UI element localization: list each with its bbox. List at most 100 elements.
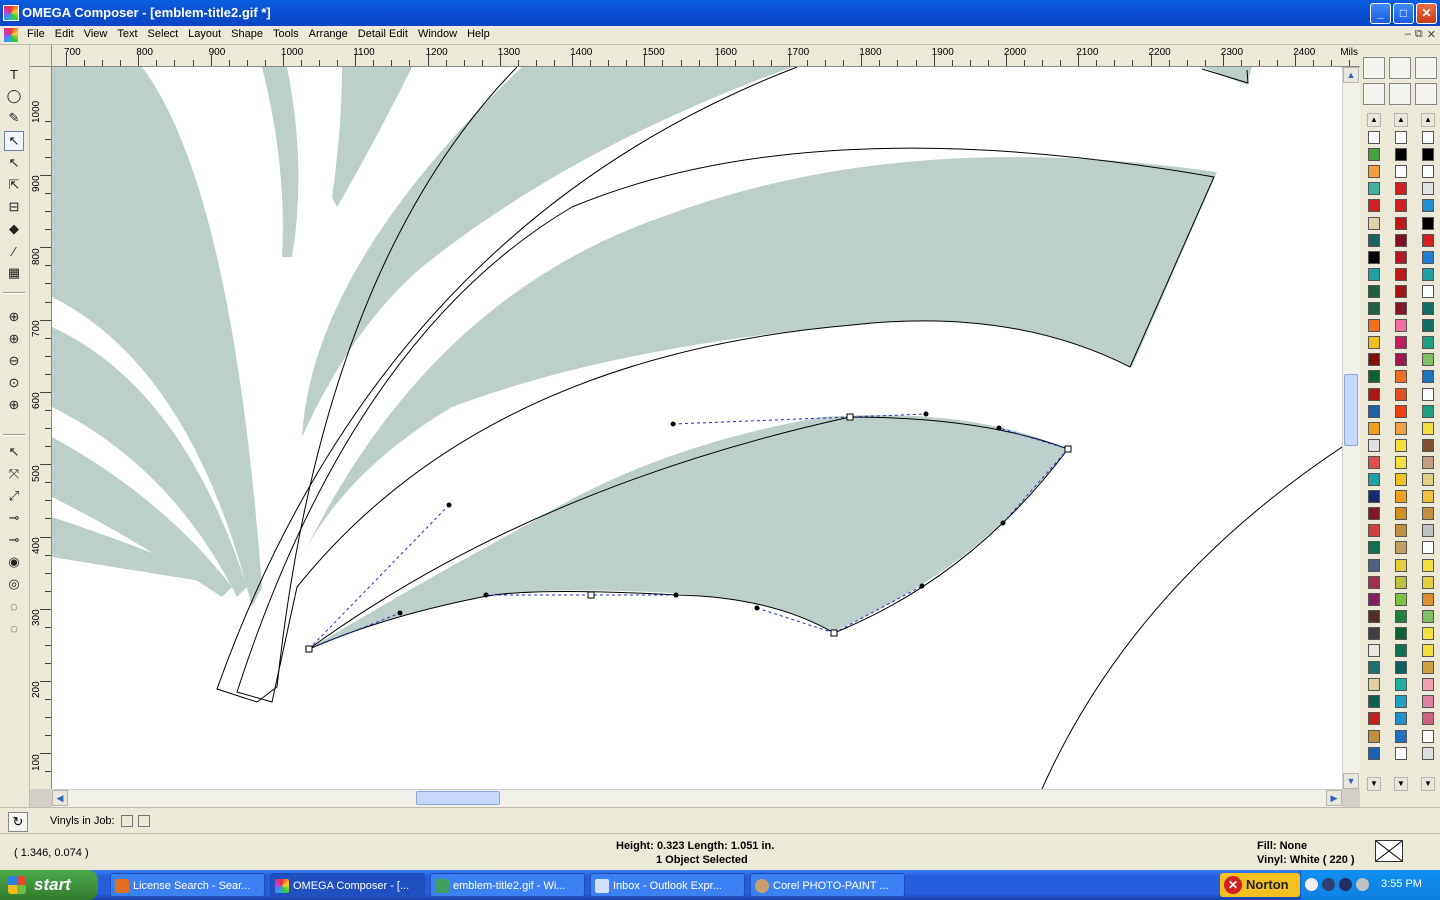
palette-scroll-up-arrow[interactable]: ▲ [1421,113,1435,127]
color-swatch[interactable] [1395,250,1407,264]
color-swatch[interactable] [1395,729,1407,743]
color-swatch[interactable] [1422,729,1434,743]
color-swatch[interactable] [1395,746,1407,760]
color-swatch[interactable] [1368,199,1380,213]
scroll-up-arrow[interactable]: ▲ [1343,67,1359,83]
color-swatch[interactable] [1368,644,1380,657]
scroll-down-arrow[interactable]: ▼ [1343,773,1359,789]
color-swatch[interactable] [1368,438,1380,452]
palette-scroll-up-arrow[interactable]: ▲ [1367,113,1381,127]
color-swatch[interactable] [1422,148,1434,162]
color-swatch[interactable] [1422,284,1434,298]
color-swatch[interactable] [1368,473,1380,486]
refresh-icon[interactable]: ↻ [8,812,28,832]
palette-scroll-up-arrow[interactable]: ▲ [1394,113,1408,127]
color-swatch[interactable] [1422,558,1434,572]
color-swatch[interactable] [1368,404,1380,418]
node[interactable] [587,591,595,599]
palette-scroll-down-arrow[interactable]: ▼ [1394,777,1408,791]
color-swatch[interactable] [1368,541,1380,555]
color-swatch[interactable] [1395,695,1407,709]
color-swatch[interactable] [1368,148,1380,162]
menu-edit[interactable]: Edit [50,28,79,40]
menu-help[interactable]: Help [462,28,495,40]
color-swatch[interactable] [1368,455,1380,469]
menu-select[interactable]: Select [143,28,184,40]
scroll-right-arrow[interactable]: ▶ [1326,790,1342,806]
control-point[interactable] [919,583,925,589]
color-swatch[interactable] [1422,165,1434,179]
start-button[interactable]: start [0,870,98,900]
color-swatch[interactable] [1368,131,1380,144]
color-swatch[interactable] [1422,370,1434,384]
vertical-scrollbar[interactable]: ▲ ▼ [1342,67,1360,789]
color-swatch[interactable] [1395,455,1407,469]
color-swatch[interactable] [1422,438,1434,452]
color-swatch[interactable] [1395,507,1407,521]
color-swatch[interactable] [1368,592,1380,606]
color-swatch[interactable] [1395,284,1407,298]
task-corel-photo-paint[interactable]: Corel PHOTO-PAINT ... [750,873,905,897]
control-point[interactable] [1000,520,1006,526]
color-swatch[interactable] [1368,558,1380,572]
node-break-tool-icon[interactable]: ⊸ [4,530,24,550]
color-swatch[interactable] [1368,250,1380,264]
color-swatch[interactable] [1422,182,1434,196]
color-swatch[interactable] [1395,319,1407,333]
menu-window[interactable]: Window [413,28,462,40]
color-swatch[interactable] [1395,438,1407,452]
control-point[interactable] [446,502,452,508]
tray-arrow-icon[interactable] [1305,878,1318,891]
color-swatch[interactable] [1422,678,1434,692]
color-swatch[interactable] [1368,490,1380,504]
color-swatch[interactable] [1422,199,1434,213]
zoom-in-tool-icon[interactable]: ⊕ [4,329,24,349]
app-icon[interactable] [3,5,19,21]
node[interactable] [830,629,838,637]
color-swatch[interactable] [1422,267,1434,281]
node-delete-tool-icon[interactable]: ⤢ [4,486,24,506]
color-swatch[interactable] [1422,490,1434,504]
volume-icon[interactable] [1356,878,1369,891]
color-swatch[interactable] [1422,712,1434,726]
menu-text[interactable]: Text [112,28,142,40]
color-swatch[interactable] [1368,626,1380,640]
color-swatch[interactable] [1395,370,1407,384]
color-swatch[interactable] [1395,575,1407,589]
color-swatch[interactable] [1395,148,1407,162]
color-swatch[interactable] [1368,182,1380,196]
zoom-page-tool-icon[interactable]: ⊕ [4,395,24,415]
color-swatch[interactable] [1395,661,1407,675]
control-point[interactable] [397,610,403,616]
color-swatch[interactable] [1422,353,1434,367]
menu-file[interactable]: File [22,28,50,40]
color-swatch[interactable] [1368,370,1380,384]
color-swatch[interactable] [1395,592,1407,606]
vertical-ruler[interactable]: 1000 900 800 700 600 500 400 300 200 100 [30,67,52,789]
outline-tool-icon[interactable]: ◌ [4,596,24,616]
color-swatch[interactable] [1395,558,1407,572]
color-swatch[interactable] [1395,609,1407,623]
color-swatch[interactable] [1368,609,1380,623]
text-tool-icon[interactable]: T [4,64,24,84]
menu-detail-edit[interactable]: Detail Edit [353,28,413,40]
color-swatch[interactable] [1368,267,1380,281]
display-icon[interactable] [1339,878,1352,891]
drawing-canvas[interactable] [52,67,1342,789]
close-button[interactable]: ✕ [1416,3,1437,24]
network-icon[interactable] [1322,878,1335,891]
task-image-viewer[interactable]: emblem-title2.gif - Wi... [430,873,585,897]
color-swatch[interactable] [1368,678,1380,692]
color-swatch[interactable] [1368,353,1380,367]
vertical-scroll-thumb[interactable] [1344,374,1358,446]
color-swatch[interactable] [1422,746,1434,760]
color-swatch[interactable] [1368,216,1380,230]
color-swatch[interactable] [1395,541,1407,555]
control-point[interactable] [483,592,489,598]
color-swatch[interactable] [1422,336,1434,350]
color-swatch[interactable] [1422,592,1434,606]
color-swatch[interactable] [1422,421,1434,435]
color-swatch[interactable] [1395,473,1407,486]
color-swatch[interactable] [1395,626,1407,640]
node-select-tool-icon[interactable]: ↖ [4,442,24,462]
